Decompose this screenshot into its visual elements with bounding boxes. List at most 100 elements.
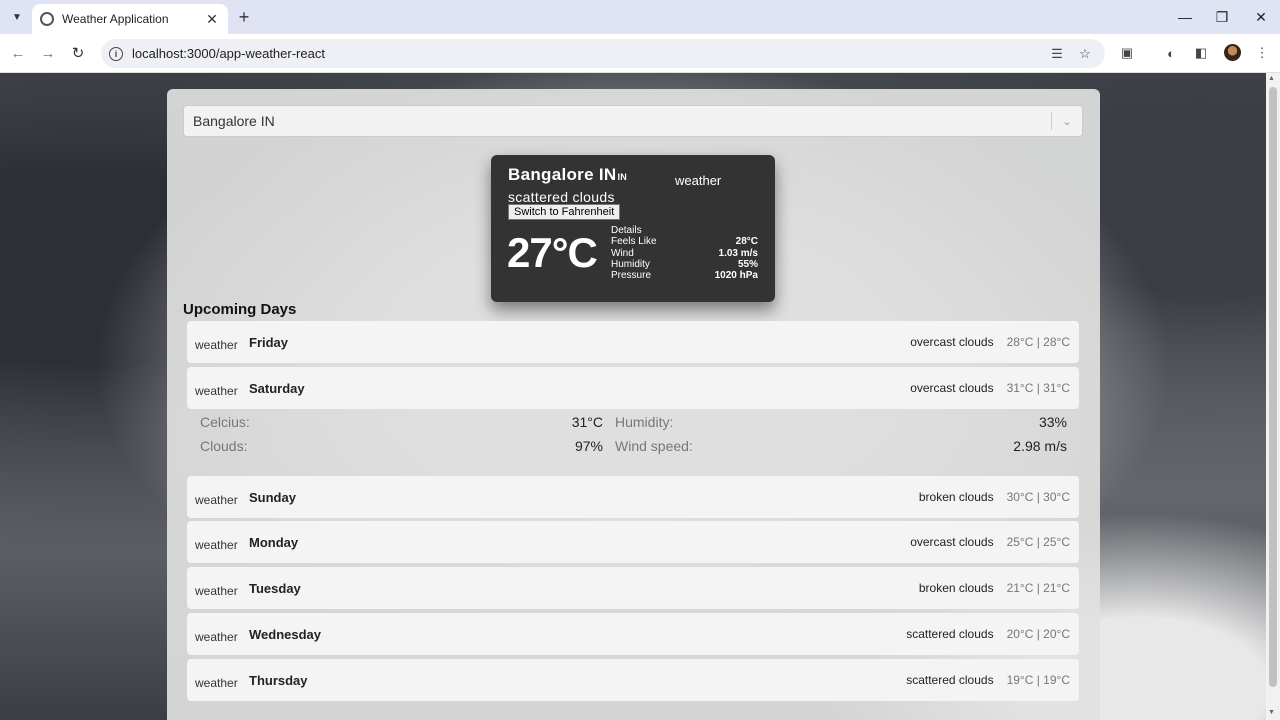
details-title: Details bbox=[611, 225, 642, 236]
details-row: Wind 1.03 m/s bbox=[611, 248, 758, 259]
day-temperature: 21°C | 21°C bbox=[1006, 581, 1070, 595]
details-value: 1020 hPa bbox=[714, 270, 758, 282]
day-name: Wednesday bbox=[249, 626, 322, 642]
day-temperature: 31°C | 31°C bbox=[1006, 381, 1070, 395]
day-description: overcast clouds bbox=[910, 335, 994, 349]
details-row: Humidity 55% bbox=[611, 259, 758, 270]
tab-title: Weather Application bbox=[62, 12, 169, 26]
day-temperature: 19°C | 19°C bbox=[1006, 673, 1070, 687]
day-description: broken clouds bbox=[918, 490, 994, 504]
forecast-row-tuesday[interactable]: weather Tuesday broken clouds 21°C | 21°… bbox=[187, 567, 1079, 609]
tab-search-chevron-icon[interactable]: ▼ bbox=[7, 7, 27, 27]
menu-kebab-icon[interactable]: ⋮ bbox=[1253, 44, 1271, 62]
day-name: Monday bbox=[249, 534, 299, 550]
celcius-label: Celcius: bbox=[200, 414, 250, 430]
details-value: 28°C bbox=[735, 236, 758, 248]
humidity-label: Humidity: bbox=[615, 414, 674, 430]
forecast-row-friday[interactable]: weather Friday overcast clouds 28°C | 28… bbox=[187, 321, 1079, 363]
weather-app-container: Bangalore IN ⌄ Bangalore ININ scattered … bbox=[167, 89, 1100, 720]
details-label: Feels Like bbox=[611, 236, 657, 248]
favicon-icon bbox=[40, 12, 54, 26]
upcoming-days-title: Upcoming Days bbox=[183, 301, 297, 318]
weather-icon: weather bbox=[195, 384, 238, 398]
switch-to-fahrenheit-button[interactable]: Switch to Fahrenheit bbox=[508, 204, 621, 220]
page-background: Bangalore IN ⌄ Bangalore ININ scattered … bbox=[0, 73, 1266, 720]
details-row: Pressure 1020 hPa bbox=[611, 270, 758, 281]
forecast-row-saturday[interactable]: weather Saturday overcast clouds 31°C | … bbox=[187, 367, 1079, 409]
day-description: overcast clouds bbox=[910, 381, 994, 395]
current-city: Bangalore ININ bbox=[508, 165, 627, 185]
details-title-row: Details bbox=[611, 225, 758, 236]
restore-icon[interactable]: ❐ bbox=[1210, 6, 1234, 28]
forecast-row-thursday[interactable]: weather Thursday scattered clouds 19°C |… bbox=[187, 659, 1079, 701]
details-label: Wind bbox=[611, 247, 634, 259]
weather-icon: weather bbox=[195, 538, 238, 552]
forecast-row-sunday[interactable]: weather Sunday broken clouds 30°C | 30°C bbox=[187, 476, 1079, 518]
day-name: Saturday bbox=[249, 380, 305, 396]
extensions-icon[interactable]: ▣ bbox=[1118, 44, 1136, 62]
details-label: Humidity bbox=[611, 258, 650, 270]
details-label: Pressure bbox=[611, 270, 652, 282]
day-name: Thursday bbox=[249, 672, 308, 688]
translate-icon[interactable]: ☰ bbox=[1048, 45, 1066, 63]
day-temperature: 30°C | 30°C bbox=[1006, 490, 1070, 504]
weather-icon: weather bbox=[195, 584, 238, 598]
day-temperature: 25°C | 25°C bbox=[1006, 535, 1070, 549]
current-weather-card: Bangalore ININ scattered clouds weather … bbox=[491, 155, 775, 302]
wind-speed-label: Wind speed: bbox=[615, 438, 693, 454]
browser-tab[interactable]: Weather Application ✕ bbox=[32, 4, 228, 34]
address-bar[interactable]: i localhost:3000/app-weather-react ☰ ☆ bbox=[101, 39, 1105, 68]
forward-icon[interactable]: → bbox=[38, 43, 58, 63]
current-temperature: 27°C bbox=[507, 229, 598, 276]
new-tab-icon[interactable]: + bbox=[234, 7, 254, 27]
day-name: Sunday bbox=[249, 489, 296, 505]
clouds-label: Clouds: bbox=[200, 438, 248, 454]
close-tab-icon[interactable]: ✕ bbox=[204, 11, 220, 28]
site-info-icon[interactable]: i bbox=[109, 46, 123, 61]
reload-icon[interactable]: ↻ bbox=[68, 43, 88, 63]
details-row: Feels Like 28°C bbox=[611, 236, 758, 247]
weather-icon: weather bbox=[195, 493, 238, 507]
side-panel-icon[interactable]: ◧ bbox=[1192, 44, 1210, 62]
city-name: Bangalore IN bbox=[508, 165, 617, 184]
clouds-value: 97% bbox=[574, 438, 603, 454]
browser-toolbar: ← → ↻ i localhost:3000/app-weather-react… bbox=[0, 34, 1280, 73]
city-search-select[interactable]: Bangalore IN ⌄ bbox=[183, 105, 1083, 137]
day-description: scattered clouds bbox=[906, 673, 994, 687]
humidity-value: 33% bbox=[1038, 414, 1067, 430]
forecast-row-monday[interactable]: weather Monday overcast clouds 25°C | 25… bbox=[187, 521, 1079, 563]
weather-icon: weather bbox=[195, 338, 238, 352]
chevron-down-icon[interactable]: ⌄ bbox=[1052, 115, 1082, 128]
scrollbar-thumb[interactable] bbox=[1269, 87, 1277, 687]
details-table: Details Feels Like 28°C Wind 1.03 m/s Hu… bbox=[611, 225, 758, 281]
current-description: scattered clouds bbox=[508, 189, 615, 205]
day-description: broken clouds bbox=[918, 581, 994, 595]
day-name: Tuesday bbox=[249, 580, 301, 596]
scroll-up-arrow-icon[interactable]: ▲ bbox=[1268, 75, 1275, 82]
browser-tab-bar: ▼ Weather Application ✕ + — ❐ ✕ bbox=[0, 0, 1280, 34]
forecast-row-wednesday[interactable]: weather Wednesday scattered clouds 20°C … bbox=[187, 613, 1079, 655]
country-code: IN bbox=[617, 172, 628, 182]
day-temperature: 20°C | 20°C bbox=[1006, 627, 1070, 641]
url-text[interactable]: localhost:3000/app-weather-react bbox=[132, 46, 325, 61]
day-temperature: 28°C | 28°C bbox=[1006, 335, 1070, 349]
profile-avatar[interactable] bbox=[1224, 44, 1241, 61]
details-value: 55% bbox=[737, 258, 758, 270]
close-window-icon[interactable]: ✕ bbox=[1249, 6, 1273, 28]
details-value: 1.03 m/s bbox=[718, 247, 758, 259]
weather-icon: weather bbox=[195, 630, 238, 644]
weather-icon: weather bbox=[675, 173, 722, 188]
performance-icon[interactable]: ◐ bbox=[1162, 44, 1180, 62]
day-description: scattered clouds bbox=[906, 627, 994, 641]
bookmark-star-icon[interactable]: ☆ bbox=[1076, 45, 1094, 63]
day-description: overcast clouds bbox=[910, 535, 994, 549]
minimize-icon[interactable]: — bbox=[1173, 6, 1197, 28]
weather-icon: weather bbox=[195, 676, 238, 690]
day-name: Friday bbox=[249, 334, 289, 350]
search-value[interactable]: Bangalore IN bbox=[193, 113, 1051, 129]
back-icon[interactable]: ← bbox=[8, 43, 28, 63]
celcius-value: 31°C bbox=[571, 414, 603, 430]
wind-speed-value: 2.98 m/s bbox=[1013, 438, 1067, 454]
page-scrollbar[interactable]: ▲ ▼ bbox=[1266, 73, 1280, 720]
scroll-down-arrow-icon[interactable]: ▼ bbox=[1268, 709, 1275, 716]
